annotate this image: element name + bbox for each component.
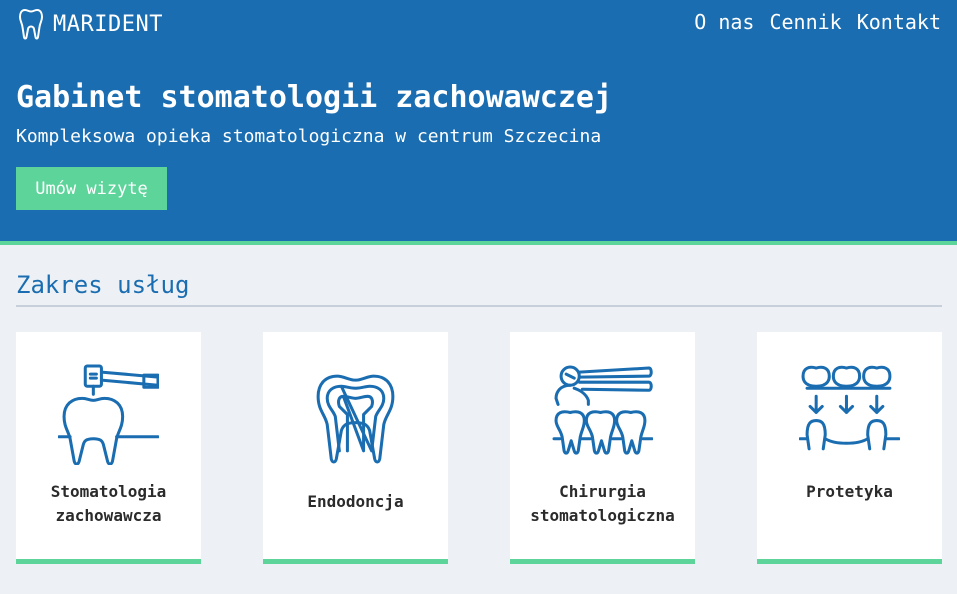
service-card-stomatologia-zachowawcza[interactable]: Stomatologia zachowawcza — [16, 332, 201, 564]
nav-item-kontakt[interactable]: Kontakt — [857, 10, 941, 34]
service-label-line: zachowawcza — [55, 506, 162, 525]
tooth-extraction-icon — [552, 365, 653, 455]
nav-item-o-nas[interactable]: O nas — [694, 10, 754, 34]
service-label-line: Protetyka — [806, 482, 893, 501]
service-label-line: stomatologiczna — [530, 506, 675, 525]
logo[interactable]: MARIDENT — [19, 8, 163, 40]
hero-banner: MARIDENT O nas Cennik Kontakt Gabinet st… — [0, 0, 957, 245]
service-card-chirurgia-stomatologiczna[interactable]: Chirurgia stomatologiczna — [510, 332, 695, 564]
service-card-endodoncja[interactable]: Endodoncja — [263, 332, 448, 564]
section-title: Zakres usług — [16, 271, 190, 299]
service-label: Chirurgia stomatologiczna — [510, 480, 695, 528]
service-label-line: Chirurgia — [559, 482, 646, 501]
service-label: Endodoncja — [263, 490, 448, 514]
tooth-root-icon — [316, 374, 395, 464]
tooth-logo-icon — [19, 9, 43, 40]
service-card-protetyka[interactable]: Protetyka — [757, 332, 942, 564]
book-appointment-button[interactable]: Umów wizytę — [16, 167, 167, 210]
nav-item-cennik[interactable]: Cennik — [769, 10, 841, 34]
hero-title: Gabinet stomatologii zachowawczej — [16, 80, 613, 115]
main-nav: O nas Cennik Kontakt — [694, 10, 941, 34]
dental-bridge-icon — [799, 365, 900, 451]
service-label: Protetyka — [757, 480, 942, 504]
hero-subtitle: Kompleksowa opieka stomatologiczna w cen… — [16, 126, 602, 147]
section-divider — [16, 305, 942, 307]
brand-name: MARIDENT — [53, 11, 163, 37]
service-label: Stomatologia zachowawcza — [16, 480, 201, 528]
service-label-line: Endodoncja — [307, 492, 404, 511]
service-label-line: Stomatologia — [50, 482, 167, 501]
tooth-drill-icon — [58, 364, 159, 465]
